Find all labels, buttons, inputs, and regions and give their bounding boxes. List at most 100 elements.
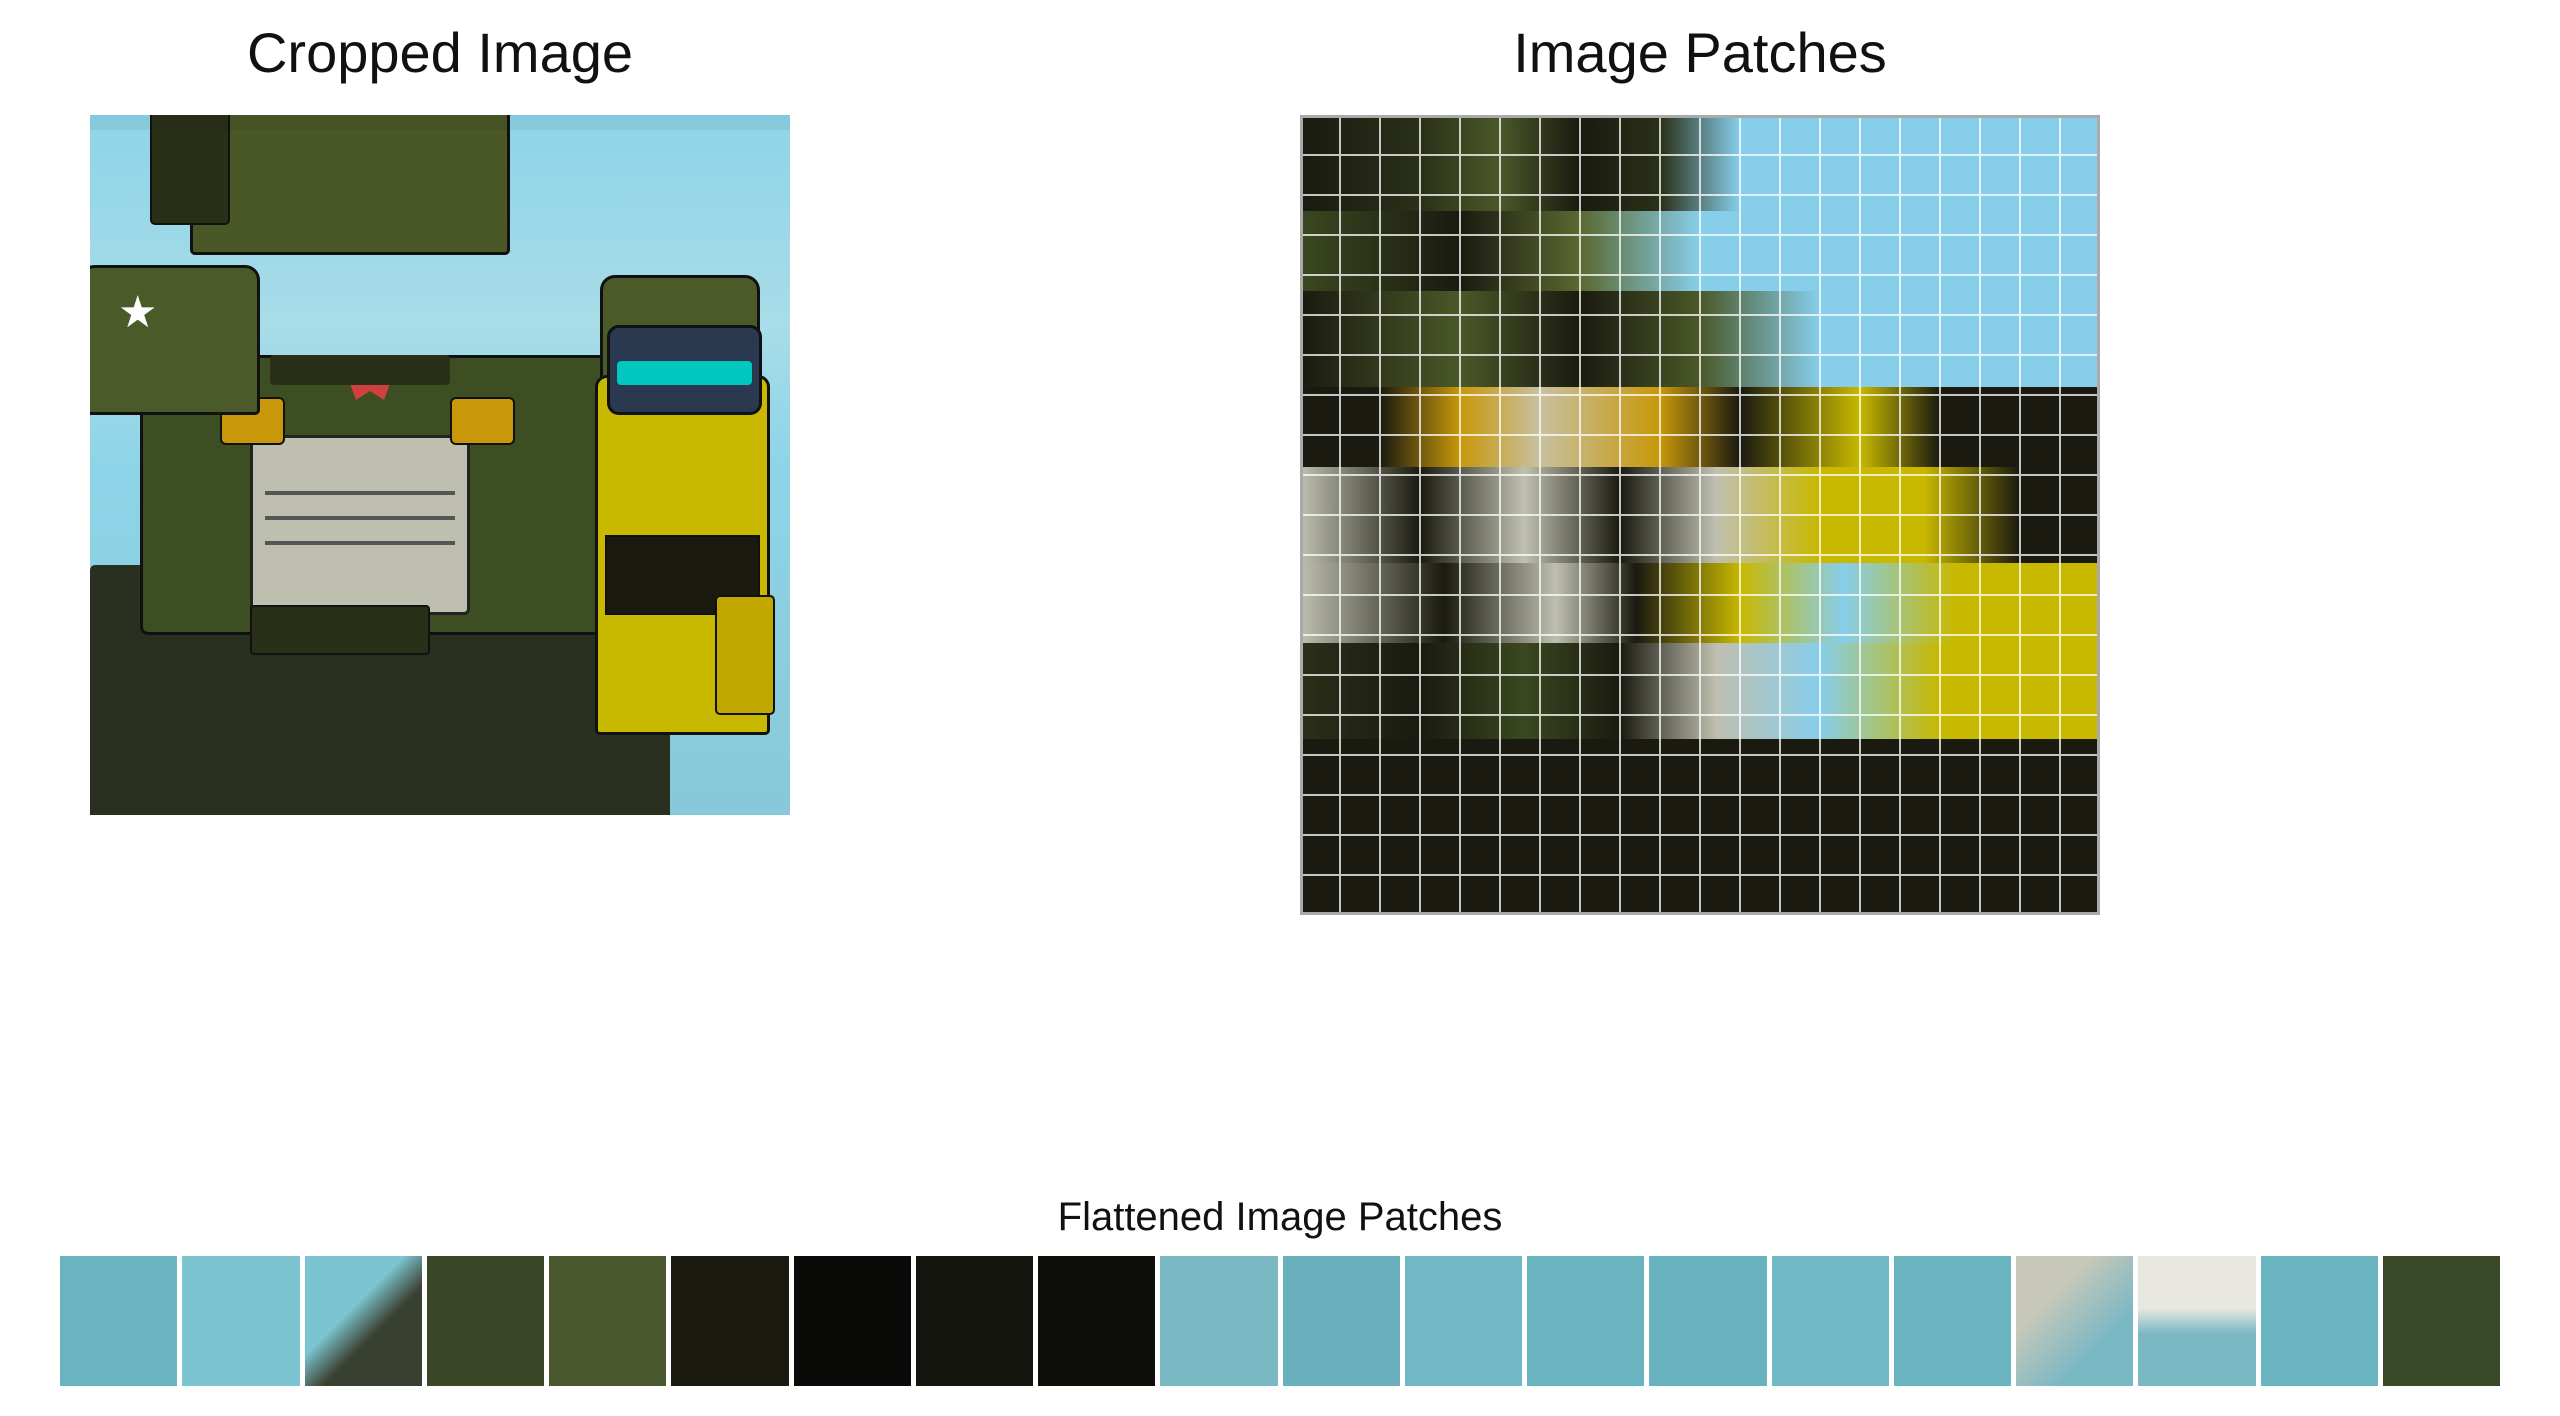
patch-cell [1860, 155, 1900, 195]
patch-cell [1340, 675, 1380, 715]
patch-cell [1900, 755, 1940, 795]
patch-cell [1580, 155, 1620, 195]
patch-cell [2060, 155, 2100, 195]
patch-cell [1500, 115, 1540, 155]
patch-cell [1860, 395, 1900, 435]
patch-cell [1620, 595, 1660, 635]
patch-cell [1780, 875, 1820, 915]
patch-cell [1620, 715, 1660, 755]
patch-cell [1420, 635, 1460, 675]
patch-cell [1700, 595, 1740, 635]
patch-cell [1740, 155, 1780, 195]
patch-cell [1820, 355, 1860, 395]
patch-cell [1980, 715, 2020, 755]
patch-cell [1580, 795, 1620, 835]
patch-cell [1740, 395, 1780, 435]
patch-cell [1340, 715, 1380, 755]
patch-cell [1980, 555, 2020, 595]
patch-cell [1460, 395, 1500, 435]
patch-cell [1340, 515, 1380, 555]
patch-cell [1900, 355, 1940, 395]
patch-cell [2060, 435, 2100, 475]
patch-cell [1700, 795, 1740, 835]
patch-cell [1580, 835, 1620, 875]
patch-cell [2020, 195, 2060, 235]
patch-cell [1460, 555, 1500, 595]
head-fin-left [150, 115, 230, 225]
patch-cell [1780, 635, 1820, 675]
patch-cell [1380, 595, 1420, 635]
patch-cell [1380, 355, 1420, 395]
patch-cell [1580, 875, 1620, 915]
patch-cell [1540, 795, 1580, 835]
patch-cell [1420, 795, 1460, 835]
patch-cell [1620, 355, 1660, 395]
patch-cell [1340, 755, 1380, 795]
patch-cell [1900, 155, 1940, 195]
patch-cell [1940, 195, 1980, 235]
patch-cell [1380, 195, 1420, 235]
patch-cell [1540, 515, 1580, 555]
patch-cell [1340, 555, 1380, 595]
patch-cell [1780, 395, 1820, 435]
patch-cell [1380, 395, 1420, 435]
patch-cell [1980, 155, 2020, 195]
patch-cell [1820, 195, 1860, 235]
flat-patch [549, 1256, 666, 1386]
patch-cell [1620, 875, 1660, 915]
patch-cell [2060, 515, 2100, 555]
patch-cell [1940, 795, 1980, 835]
patch-cell [1740, 875, 1780, 915]
patch-cell [1940, 555, 1980, 595]
patch-cell [1740, 675, 1780, 715]
patch-cell [1820, 875, 1860, 915]
patch-cell [1700, 235, 1740, 275]
patch-cell [2020, 315, 2060, 355]
patch-cell [1540, 555, 1580, 595]
patch-cell [1980, 795, 2020, 835]
patch-cell [1700, 355, 1740, 395]
patch-cell [1300, 435, 1340, 475]
patch-cell [1900, 555, 1940, 595]
patch-cell [1820, 395, 1860, 435]
patch-cell [1900, 715, 1940, 755]
patch-cell [1700, 435, 1740, 475]
patch-cell [1820, 315, 1860, 355]
patch-cell [1700, 515, 1740, 555]
patch-cell [1380, 315, 1420, 355]
patch-cell [1500, 195, 1540, 235]
patch-cell [1540, 315, 1580, 355]
patch-cell [1740, 315, 1780, 355]
patch-cell [1460, 435, 1500, 475]
patch-cell [2060, 675, 2100, 715]
bottom-section: Flattened Image Patches [0, 1185, 2560, 1416]
patch-cell [1900, 475, 1940, 515]
patch-cell [1660, 595, 1700, 635]
patch-cell [1740, 595, 1780, 635]
patch-cell [1860, 595, 1900, 635]
patch-cell [1580, 195, 1620, 235]
yellow-robot-arm [715, 595, 775, 715]
patch-cell [1620, 115, 1660, 155]
patch-cell [1820, 755, 1860, 795]
patch-cell [1660, 635, 1700, 675]
patch-cell [1860, 315, 1900, 355]
patch-cell [2060, 835, 2100, 875]
patch-cell [1420, 515, 1460, 555]
patch-cell [1860, 195, 1900, 235]
patch-cell [1500, 595, 1540, 635]
patch-cell [1660, 155, 1700, 195]
patch-cell [2020, 115, 2060, 155]
patch-cell [1660, 275, 1700, 315]
patch-cell [1660, 515, 1700, 555]
patch-cell [1820, 715, 1860, 755]
patch-cell [1420, 115, 1460, 155]
patch-cell [1700, 675, 1740, 715]
patch-cell [1380, 795, 1420, 835]
patch-cell [1980, 635, 2020, 675]
patch-cell [1540, 635, 1580, 675]
flattened-patches-row [60, 1256, 2500, 1386]
flat-patch [1894, 1256, 2011, 1386]
patch-cell [1460, 155, 1500, 195]
patch-cell [1340, 475, 1380, 515]
